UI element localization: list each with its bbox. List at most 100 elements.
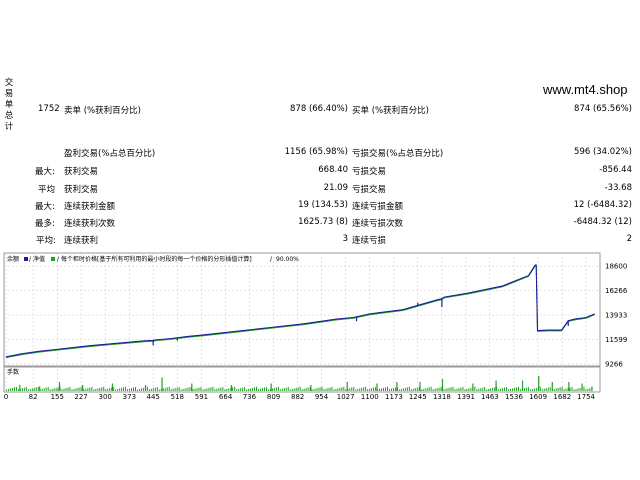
volume-bar bbox=[214, 389, 216, 391]
volume-bar bbox=[390, 388, 392, 391]
volume-bar bbox=[35, 387, 37, 391]
x-tick-label: 1754 bbox=[577, 393, 595, 401]
volume-bar bbox=[212, 386, 214, 391]
volume-bar bbox=[452, 386, 454, 391]
volume-bar bbox=[346, 382, 348, 391]
volume-bar bbox=[273, 387, 275, 391]
volume-bar bbox=[109, 388, 111, 391]
volume-bar bbox=[216, 388, 218, 391]
volume-bar bbox=[349, 388, 351, 391]
volume-bar bbox=[462, 387, 464, 391]
volume-bar bbox=[392, 388, 394, 391]
volume-bar bbox=[398, 389, 400, 391]
volume-bar bbox=[430, 386, 432, 391]
volume-bar bbox=[337, 388, 339, 391]
legend-balance: 余额 bbox=[7, 255, 19, 263]
volume-bar bbox=[551, 382, 553, 391]
volume-bar bbox=[519, 389, 521, 391]
x-tick-label: 882 bbox=[291, 393, 304, 401]
volume-bar bbox=[490, 388, 492, 391]
volume-bar bbox=[424, 388, 426, 391]
volume-bar bbox=[224, 389, 226, 391]
volume-bar bbox=[307, 387, 309, 391]
volume-bar bbox=[450, 387, 452, 391]
volume-bar bbox=[113, 387, 115, 391]
volume-bar bbox=[456, 388, 458, 391]
volume-bar bbox=[379, 388, 381, 391]
volume-bar bbox=[136, 389, 138, 391]
volume-bar bbox=[587, 388, 589, 391]
volume-bar bbox=[285, 387, 287, 391]
volume-bar bbox=[204, 388, 206, 391]
volume-bar bbox=[228, 388, 230, 391]
volume-bar bbox=[144, 385, 147, 391]
volume-bar bbox=[492, 387, 494, 391]
volume-bar bbox=[164, 387, 166, 391]
volume-bar bbox=[123, 387, 125, 391]
x-tick-label: 518 bbox=[171, 393, 184, 401]
volume-bar bbox=[428, 387, 430, 391]
volume-bar bbox=[196, 388, 198, 391]
volume-bar bbox=[75, 388, 77, 391]
x-tick-label: 227 bbox=[74, 393, 87, 401]
volume-bar bbox=[89, 387, 91, 391]
volume-bar bbox=[254, 387, 256, 391]
volume-bar bbox=[361, 387, 363, 391]
volume-bar bbox=[65, 388, 67, 391]
volume-bar bbox=[561, 386, 563, 391]
volume-bar bbox=[319, 387, 321, 391]
y-tick-label: 18600 bbox=[605, 263, 627, 271]
volume-bar bbox=[154, 387, 156, 391]
volume-bar bbox=[234, 386, 236, 391]
volume-bar bbox=[486, 389, 488, 391]
volume-bar bbox=[531, 388, 533, 391]
volume-bar bbox=[341, 387, 343, 391]
volume-bar bbox=[470, 387, 472, 391]
volume-bar bbox=[510, 388, 512, 391]
volume-bar bbox=[573, 389, 575, 391]
volume-bar bbox=[441, 379, 444, 391]
volume-bar bbox=[311, 389, 313, 391]
volume-bar bbox=[426, 387, 428, 391]
volume-bar bbox=[161, 377, 163, 391]
volume-bar bbox=[589, 388, 591, 391]
volume-bar bbox=[168, 386, 170, 391]
volume-bar bbox=[434, 388, 436, 391]
volume-bar bbox=[174, 388, 176, 391]
volume-bar bbox=[166, 387, 168, 391]
volume-bar bbox=[502, 388, 504, 391]
volume-bar bbox=[11, 387, 13, 391]
volume-bar bbox=[125, 386, 127, 391]
volume-bar bbox=[29, 388, 31, 391]
volume-bar bbox=[265, 387, 267, 391]
volume-bar bbox=[420, 389, 422, 391]
volume-bar bbox=[422, 388, 424, 391]
volume-bar bbox=[317, 387, 319, 391]
volume-bar bbox=[383, 387, 385, 391]
volume-bar bbox=[226, 388, 228, 391]
volume-bar bbox=[287, 387, 289, 391]
volume-bar bbox=[232, 387, 234, 391]
volume-bar bbox=[419, 382, 421, 391]
volume-bar bbox=[432, 389, 434, 391]
volume-bar bbox=[58, 382, 61, 391]
volume-bar bbox=[506, 387, 508, 391]
volume-bar bbox=[454, 389, 456, 391]
volume-bar bbox=[270, 383, 272, 391]
volume-bar bbox=[498, 389, 500, 391]
balance-chart: 18600 16266 13933 11599 9266 0 82 155 227 300 373… bbox=[3, 252, 628, 401]
volume-bar bbox=[325, 388, 327, 391]
x-tick-label: 1027 bbox=[337, 393, 355, 401]
volume-bar bbox=[19, 385, 21, 391]
volume-bar bbox=[53, 388, 55, 391]
volume-bar bbox=[293, 388, 295, 391]
volume-bar bbox=[238, 388, 240, 391]
volume-bar bbox=[508, 389, 510, 391]
volume-bar bbox=[156, 387, 158, 391]
volume-bar bbox=[47, 387, 49, 391]
volume-bar bbox=[79, 387, 81, 391]
volume-bar bbox=[371, 388, 373, 391]
volume-bar bbox=[184, 388, 186, 391]
volume-bar bbox=[252, 387, 254, 391]
volume-bar bbox=[82, 385, 84, 391]
